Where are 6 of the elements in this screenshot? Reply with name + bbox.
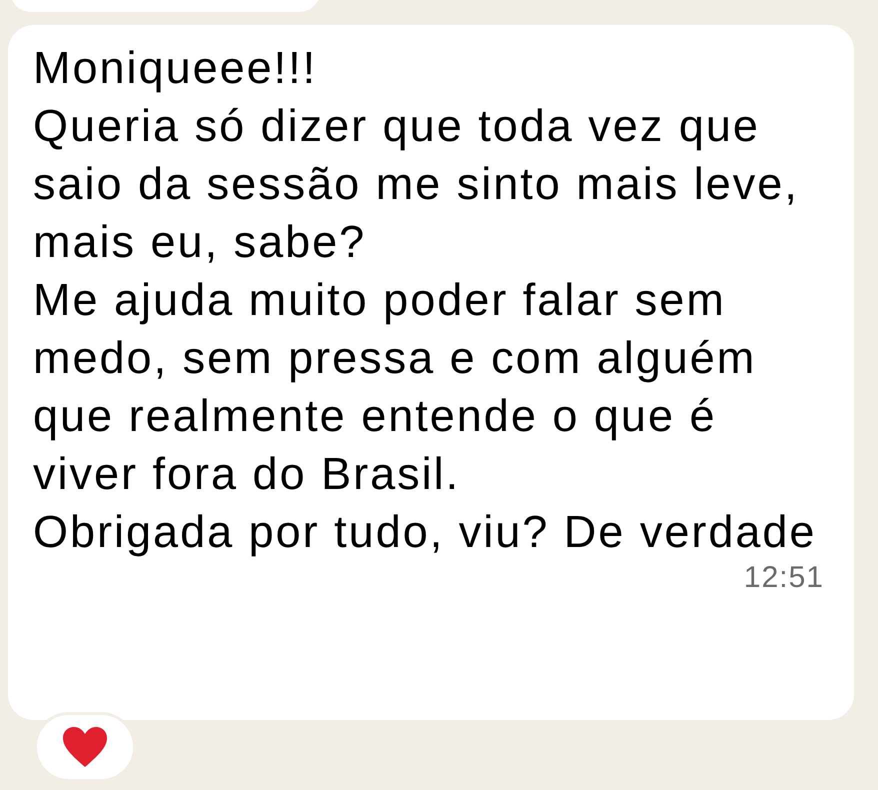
message-text: Moniqueee!!! xyxy=(33,41,318,95)
heart-icon xyxy=(61,725,109,769)
message-time: 12:51 xyxy=(744,561,824,595)
message-text: Queria só dizer que toda vez que saio da sessão me sinto mais leve, mais eu, sabe? xyxy=(33,99,800,269)
message-text: Me ajuda muito poder falar sem medo, sem pressa e com alguém que realmente entende o que é viver fora do Brasil. xyxy=(33,273,758,501)
message-text: Obrigada por tudo, viu? De verdade xyxy=(33,505,818,559)
